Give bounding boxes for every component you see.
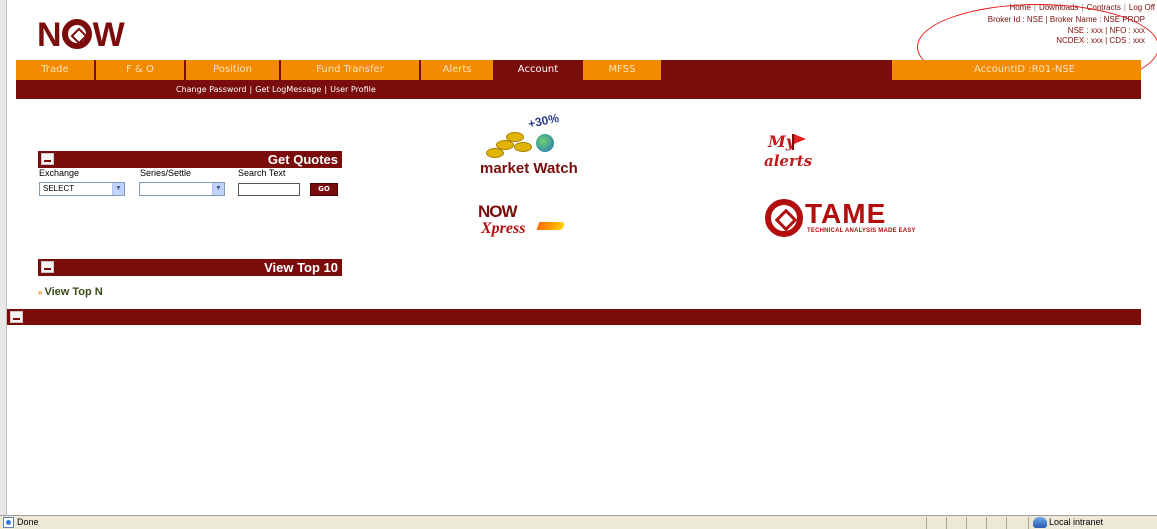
tab-alerts[interactable]: Alerts xyxy=(421,60,493,80)
tame-ring-icon xyxy=(765,199,803,237)
flag-icon xyxy=(792,134,806,150)
tame-word: TAME xyxy=(805,198,887,229)
tab-mfss[interactable]: MFSS xyxy=(583,60,661,80)
top-links: Home | Downloads | Contracts | Log Off xyxy=(1010,2,1155,13)
get-quotes-header: Get Quotes xyxy=(38,151,342,168)
tab-fund-transfer[interactable]: Fund Transfer xyxy=(281,60,419,80)
log-off-link[interactable]: Log Off xyxy=(1129,3,1155,12)
series-settle-label: Series/Settle xyxy=(140,168,192,178)
separator: | xyxy=(324,85,328,94)
my-alerts-app[interactable]: My alerts xyxy=(764,128,826,176)
contracts-link[interactable]: Contracts xyxy=(1087,3,1121,12)
account-id: AccountID :R01-NSE xyxy=(892,60,1141,80)
home-link[interactable]: Home xyxy=(1010,3,1031,12)
status-text: Done xyxy=(17,517,39,527)
main-nav: Trade F & O Position Fund Transfer Alert… xyxy=(16,60,1141,80)
get-quotes-title: Get Quotes xyxy=(267,152,338,167)
globe-icon xyxy=(536,134,554,152)
intranet-zone-icon xyxy=(1033,517,1047,528)
logo-o-ring-icon xyxy=(61,19,92,49)
tab-f-and-o[interactable]: F & O xyxy=(96,60,184,80)
status-cell xyxy=(1028,517,1029,529)
exchange-info-line: NCDEX : xxx | CDS : xxx xyxy=(1056,36,1145,45)
view-top-header: View Top 10 xyxy=(38,259,342,276)
view-top-n-link[interactable]: » View Top N xyxy=(38,286,103,298)
page-done-icon xyxy=(3,517,14,528)
view-top-n-label: View Top N xyxy=(44,286,103,298)
exchange-select-value: SELECT xyxy=(43,184,75,193)
status-cell xyxy=(966,517,967,529)
browser-status-bar: Done Local intranet xyxy=(0,515,1157,529)
downloads-link[interactable]: Downloads xyxy=(1039,3,1079,12)
broker-info: Broker Id : NSE | Broker Name : NSE PROP… xyxy=(988,15,1145,47)
market-watch-app[interactable]: +30% market Watch xyxy=(478,111,582,180)
change-password-link[interactable]: Change Password xyxy=(176,85,247,94)
tab-position[interactable]: Position xyxy=(186,60,279,80)
sub-nav-bar: Change Password | Get LogMessage | User Prof… xyxy=(16,80,1141,99)
separator: | xyxy=(1033,3,1036,12)
lower-section-bar xyxy=(7,309,1141,325)
browser-page: NW Home | Downloads | Contracts | Log Off Brok… xyxy=(0,0,1157,529)
now-xpress-label: Xpress xyxy=(481,220,526,237)
coin-icon xyxy=(514,142,532,152)
search-text-label: Search Text xyxy=(238,168,286,178)
minimize-icon[interactable] xyxy=(41,153,54,165)
separator: | xyxy=(1081,3,1084,12)
separator: | xyxy=(249,85,253,94)
now-logo: NW xyxy=(37,16,125,54)
status-cell xyxy=(926,517,927,529)
minimize-icon[interactable] xyxy=(10,311,23,323)
coin-icon xyxy=(506,132,524,142)
my-alerts-label: alerts xyxy=(764,152,813,170)
sub-nav-links: Change Password | Get LogMessage | User Prof… xyxy=(176,84,376,95)
exchange-info-line: NSE : xxx | NFO : xxx xyxy=(1067,25,1145,35)
series-settle-select[interactable]: ▼ xyxy=(139,182,225,196)
exchange-select[interactable]: SELECT ▼ xyxy=(39,182,125,196)
tab-trade[interactable]: Trade xyxy=(16,60,94,80)
chevron-down-icon[interactable]: ▼ xyxy=(212,183,224,195)
view-top-title: View Top 10 xyxy=(264,260,338,275)
market-watch-label: market Watch xyxy=(480,160,578,177)
tame-tagline: TECHNICAL ANALYSIS MADE EASY xyxy=(807,228,916,234)
separator: | xyxy=(1123,3,1126,12)
logo-letter-w: W xyxy=(92,16,125,54)
double-arrow-icon: » xyxy=(38,288,43,297)
now-xpress-now: NOW xyxy=(478,202,518,221)
status-cell xyxy=(1006,517,1007,529)
broker-info-line: Broker Id : NSE | Broker Name : NSE PROP xyxy=(987,15,1145,24)
now-xpress-app[interactable]: NOW Xpress xyxy=(478,202,570,242)
tame-app[interactable]: TAME TECHNICAL ANALYSIS MADE EASY xyxy=(765,195,916,243)
zone-text: Local intranet xyxy=(1049,517,1104,527)
user-profile-link[interactable]: User Profile xyxy=(330,85,376,94)
chevron-down-icon[interactable]: ▼ xyxy=(112,183,124,195)
status-cell xyxy=(946,517,947,529)
flame-icon xyxy=(536,222,566,230)
search-text-input[interactable] xyxy=(238,183,300,196)
logo-letter-n: N xyxy=(37,16,62,54)
minimize-icon[interactable] xyxy=(41,261,54,273)
tab-account[interactable]: Account xyxy=(495,60,581,80)
go-button[interactable]: GO xyxy=(310,183,338,196)
my-alerts-my: My xyxy=(768,132,796,151)
exchange-label: Exchange xyxy=(39,168,80,178)
status-cell xyxy=(986,517,987,529)
get-logmessage-link[interactable]: Get LogMessage xyxy=(255,85,321,94)
left-frame-border xyxy=(0,0,7,515)
